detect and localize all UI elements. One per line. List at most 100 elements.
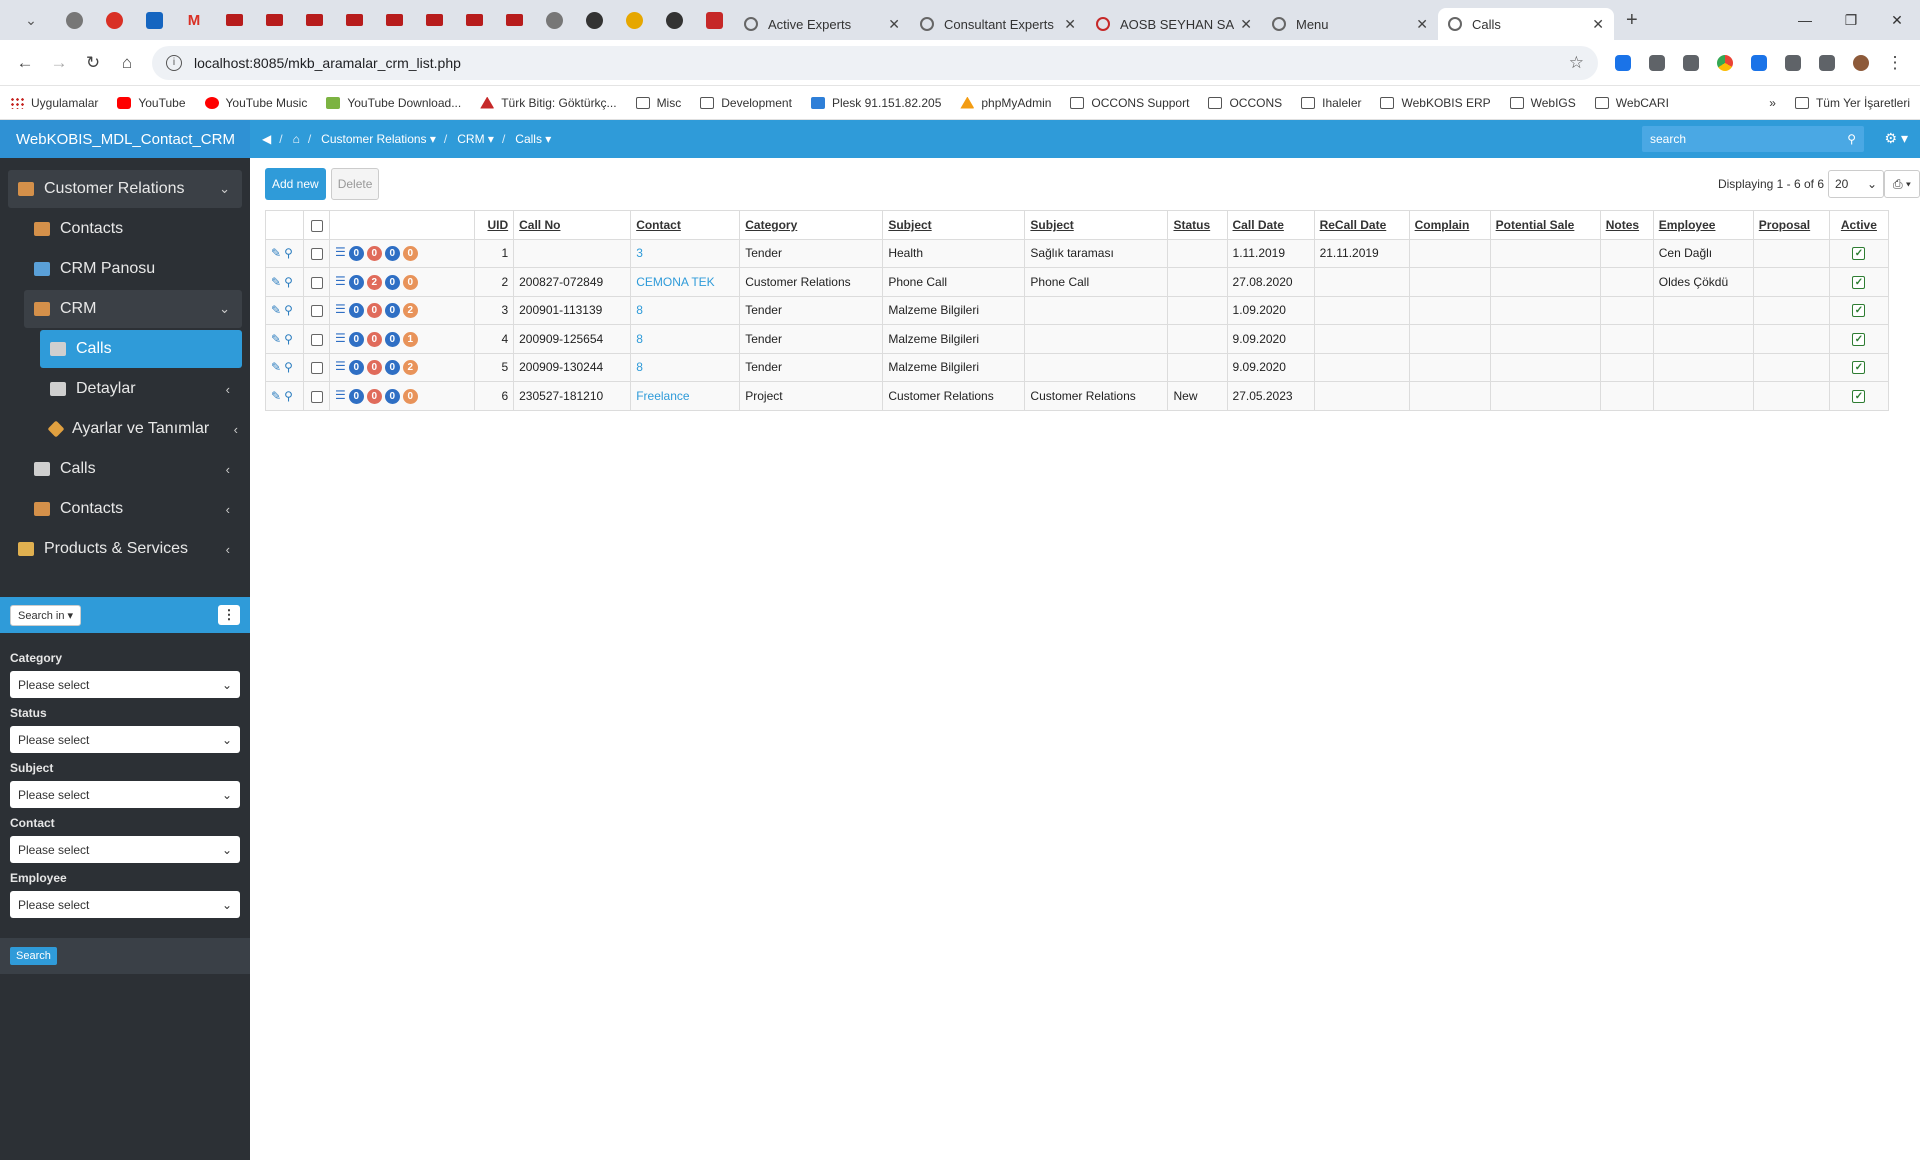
puzzle-icon[interactable] bbox=[1778, 48, 1808, 78]
contact-link[interactable]: 8 bbox=[636, 332, 643, 346]
subject2-header[interactable]: Subject bbox=[1024, 210, 1169, 240]
sidebar-item-ayarlar[interactable]: Ayarlar ve Tanımlar ‹ bbox=[40, 410, 242, 448]
close-window-icon[interactable]: ✕ bbox=[1874, 0, 1920, 40]
contact-link[interactable]: 8 bbox=[636, 360, 643, 374]
active-checkbox[interactable]: ✓ bbox=[1852, 389, 1866, 403]
view-icon[interactable]: ⚲ bbox=[284, 246, 293, 260]
kebab-menu-icon[interactable]: ⋮ bbox=[218, 605, 240, 625]
count-badge[interactable]: 0 bbox=[348, 303, 364, 319]
pinned-tab[interactable] bbox=[454, 5, 494, 35]
category-header[interactable]: Category bbox=[739, 210, 884, 240]
list-icon[interactable]: ☰ bbox=[335, 359, 346, 373]
minimize-icon[interactable]: — bbox=[1782, 0, 1828, 40]
count-badge[interactable]: 0 bbox=[384, 360, 400, 376]
count-badge[interactable]: 0 bbox=[384, 331, 400, 347]
sidebar-item-crm[interactable]: CRM ⌄ bbox=[24, 290, 242, 328]
bookmark-folder[interactable]: OCCONS bbox=[1208, 96, 1282, 110]
pinned-tab[interactable] bbox=[654, 5, 694, 35]
row-checkbox[interactable] bbox=[310, 390, 323, 403]
count-badge[interactable]: 0 bbox=[348, 360, 364, 376]
extension-icon[interactable] bbox=[1676, 48, 1706, 78]
count-badge[interactable]: 0 bbox=[384, 274, 400, 290]
bookmark[interactable]: phpMyAdmin bbox=[960, 96, 1051, 110]
view-icon[interactable]: ⚲ bbox=[284, 332, 293, 346]
contact-link[interactable]: 3 bbox=[636, 246, 643, 260]
site-info-icon[interactable]: i bbox=[166, 54, 182, 71]
count-badge[interactable]: 1 bbox=[402, 331, 418, 347]
bookmark[interactable]: Plesk 91.151.82.205 bbox=[810, 96, 941, 110]
edit-icon[interactable]: ✎ bbox=[271, 332, 281, 346]
back-icon[interactable]: ← bbox=[8, 46, 42, 80]
count-badge[interactable]: 0 bbox=[348, 388, 364, 404]
bookmark[interactable]: YouTube Download... bbox=[326, 96, 461, 110]
search-in-dropdown[interactable]: Search in ▾ bbox=[10, 604, 82, 626]
pinned-tab[interactable] bbox=[414, 5, 454, 35]
sidebar-item-products[interactable]: Products & Services ‹ bbox=[8, 530, 242, 568]
count-badge[interactable]: 0 bbox=[384, 388, 400, 404]
side-panel-icon[interactable] bbox=[1812, 48, 1842, 78]
profile-avatar[interactable] bbox=[1846, 48, 1876, 78]
call-date-header[interactable]: Call Date bbox=[1226, 210, 1315, 240]
home-icon[interactable]: ⌂ bbox=[293, 132, 300, 146]
reload-icon[interactable]: ↻ bbox=[76, 46, 110, 80]
forward-icon[interactable]: → bbox=[42, 46, 76, 80]
count-badge[interactable]: 0 bbox=[384, 303, 400, 319]
contact-link[interactable]: 8 bbox=[636, 303, 643, 317]
url-field[interactable]: i localhost:8085/mkb_aramalar_crm_list.p… bbox=[152, 45, 1598, 80]
contact-header[interactable]: Contact bbox=[630, 210, 741, 240]
collapse-sidebar-icon[interactable]: ◀ bbox=[262, 132, 271, 146]
chrome-extension-icon[interactable] bbox=[1710, 48, 1740, 78]
pinned-tab[interactable] bbox=[614, 5, 654, 35]
uid-header[interactable]: UID bbox=[474, 210, 515, 240]
count-badge[interactable]: 0 bbox=[402, 246, 418, 262]
bookmark-star-icon[interactable]: ☆ bbox=[1569, 53, 1584, 73]
add-new-button[interactable]: Add new bbox=[265, 168, 326, 200]
list-icon[interactable]: ☰ bbox=[335, 388, 346, 402]
pinned-tab[interactable] bbox=[94, 5, 134, 35]
row-checkbox[interactable] bbox=[310, 276, 323, 289]
edit-icon[interactable]: ✎ bbox=[271, 389, 281, 403]
close-icon[interactable]: ✕ bbox=[1240, 16, 1252, 33]
row-checkbox[interactable] bbox=[310, 333, 323, 346]
translate-extension-icon[interactable] bbox=[1608, 48, 1638, 78]
view-icon[interactable]: ⚲ bbox=[284, 275, 293, 289]
status-select[interactable]: Please select ⌄ bbox=[10, 726, 240, 753]
sidebar-item-contacts[interactable]: Contacts bbox=[24, 210, 242, 248]
pinned-tab[interactable] bbox=[374, 5, 414, 35]
bookmark[interactable]: YouTube bbox=[117, 96, 186, 110]
active-checkbox[interactable]: ✓ bbox=[1852, 361, 1866, 375]
list-icon[interactable]: ☰ bbox=[335, 331, 346, 345]
complain-header[interactable]: Complain bbox=[1408, 210, 1491, 240]
breadcrumb-crm[interactable]: CRM ▾ bbox=[457, 132, 494, 146]
browser-tab[interactable]: AOSB SEYHAN SAL ✕ bbox=[1086, 8, 1262, 40]
pinned-tab[interactable] bbox=[534, 5, 574, 35]
edit-icon[interactable]: ✎ bbox=[271, 360, 281, 374]
bookmark-folder[interactable]: Misc bbox=[635, 96, 681, 110]
notes-header[interactable]: Notes bbox=[1599, 210, 1654, 240]
print-export-button[interactable]: ⎙ ▾ bbox=[1884, 170, 1920, 198]
extension-icon[interactable] bbox=[1744, 48, 1774, 78]
count-badge[interactable]: 0 bbox=[348, 331, 364, 347]
browser-tab[interactable]: Consultant Experts ✕ bbox=[910, 8, 1086, 40]
subject-select[interactable]: Please select ⌄ bbox=[10, 781, 240, 808]
row-checkbox[interactable] bbox=[310, 248, 323, 261]
pinned-tab-outlook[interactable] bbox=[134, 5, 174, 35]
potential-sale-header[interactable]: Potential Sale bbox=[1489, 210, 1601, 240]
select-all-checkbox[interactable] bbox=[310, 219, 323, 232]
new-tab-button[interactable]: + bbox=[1626, 9, 1638, 32]
active-checkbox[interactable]: ✓ bbox=[1852, 275, 1866, 289]
count-badge[interactable]: 0 bbox=[384, 246, 400, 262]
count-badge[interactable]: 0 bbox=[366, 246, 382, 262]
proposal-header[interactable]: Proposal bbox=[1752, 210, 1830, 240]
all-bookmarks-folder[interactable]: Tüm Yer İşaretleri bbox=[1794, 96, 1910, 110]
bookmark-apps[interactable]: Uygulamalar bbox=[10, 96, 98, 110]
bookmark-folder[interactable]: WebKOBIS ERP bbox=[1380, 96, 1491, 110]
contact-link[interactable]: CEMONA TEK bbox=[636, 275, 714, 289]
app-brand[interactable]: WebKOBIS_MDL_Contact_CRM bbox=[0, 120, 250, 158]
edit-icon[interactable]: ✎ bbox=[271, 246, 281, 260]
row-checkbox[interactable] bbox=[310, 305, 323, 318]
count-badge[interactable]: 0 bbox=[402, 274, 418, 290]
view-icon[interactable]: ⚲ bbox=[284, 303, 293, 317]
edit-icon[interactable]: ✎ bbox=[271, 303, 281, 317]
pinned-tab[interactable] bbox=[54, 5, 94, 35]
